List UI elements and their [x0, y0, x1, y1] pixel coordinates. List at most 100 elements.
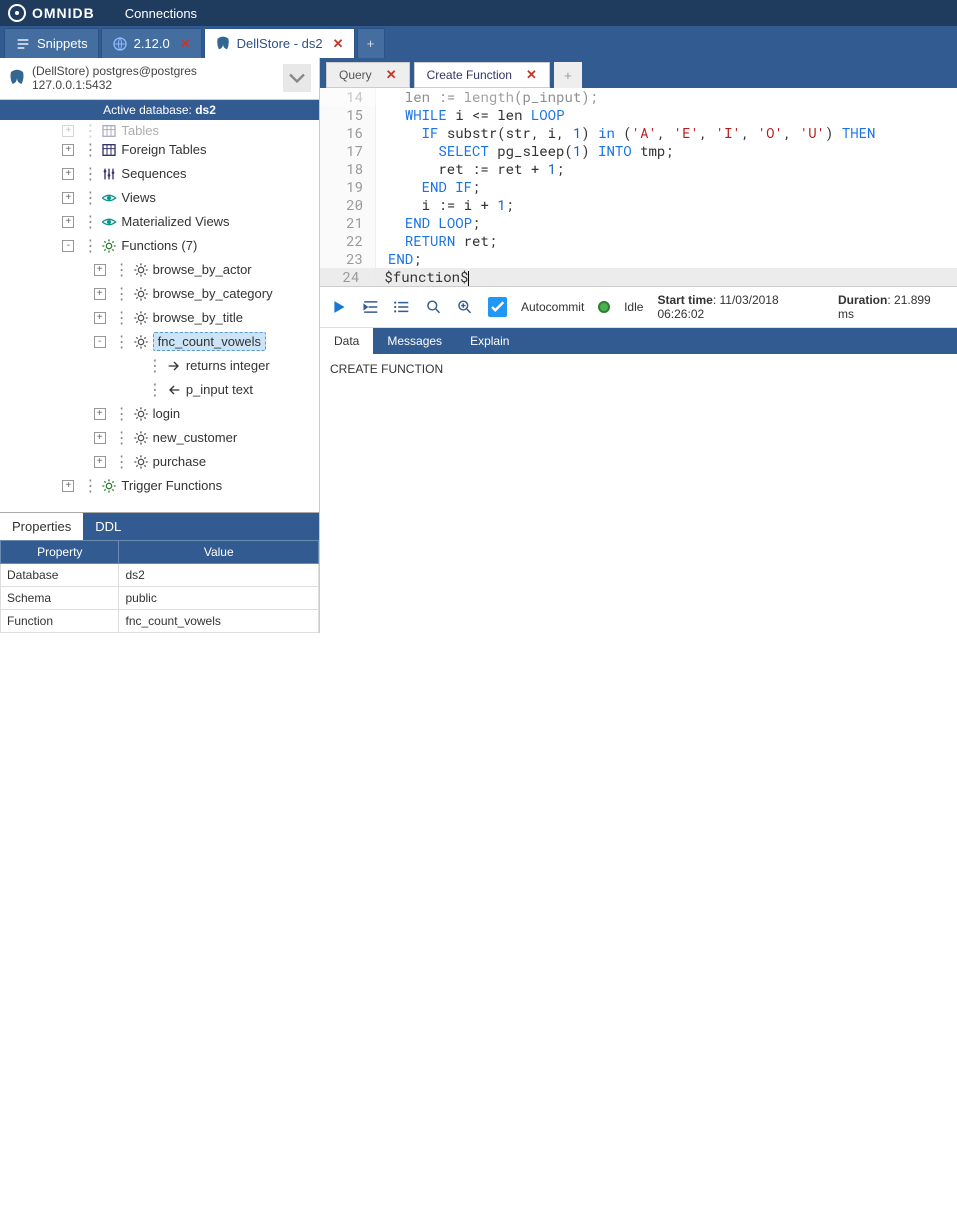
menu-dots-icon[interactable]: ⋮ [147, 356, 162, 376]
tree-item[interactable]: +⋮Sequences [0, 162, 319, 186]
code-line[interactable]: 19 END IF; [320, 178, 957, 196]
code-content[interactable]: END; [376, 250, 422, 268]
connections-link[interactable]: Connections [125, 6, 197, 21]
code-line[interactable]: 17 SELECT pg_sleep(1) INTO tmp; [320, 142, 957, 160]
connection-header[interactable]: (DellStore) postgres@postgres 127.0.0.1:… [0, 58, 319, 100]
close-icon[interactable]: ✕ [386, 67, 397, 83]
code-content[interactable]: END IF; [376, 178, 480, 196]
menu-dots-icon[interactable]: ⋮ [114, 308, 129, 328]
autocommit-checkbox[interactable] [488, 297, 507, 317]
tree-item[interactable]: -⋮Functions (7) [0, 234, 319, 258]
tab-dellstore[interactable]: DellStore - ds2 ✕ [204, 28, 355, 58]
code-line[interactable]: 24$function$ [320, 268, 957, 286]
tree-item[interactable]: +⋮new_customer [0, 426, 319, 450]
tree-toggle[interactable]: - [62, 240, 74, 252]
collapse-button[interactable] [283, 64, 311, 92]
menu-dots-icon[interactable]: ⋮ [82, 140, 97, 160]
col-value: Value [119, 541, 319, 564]
close-icon[interactable]: ✕ [180, 36, 191, 52]
tree-toggle[interactable]: + [62, 168, 74, 180]
table-row: Schemapublic [1, 587, 319, 610]
tree-toggle[interactable]: + [62, 192, 74, 204]
tree-toggle[interactable]: + [94, 456, 106, 468]
code-content[interactable]: WHILE i <= len LOOP [376, 106, 564, 124]
menu-dots-icon[interactable]: ⋮ [82, 188, 97, 208]
tree-toggle[interactable]: + [62, 144, 74, 156]
tab-add-button[interactable]: + [357, 28, 385, 58]
gear-grey-icon [133, 454, 149, 470]
tree-item[interactable]: +⋮Trigger Functions [0, 474, 319, 498]
run-button[interactable] [330, 298, 348, 316]
tree-toggle[interactable]: + [94, 432, 106, 444]
menu-dots-icon[interactable]: ⋮ [147, 380, 162, 400]
object-tree[interactable]: +⋮Tables +⋮Foreign Tables +⋮Sequences +⋮… [0, 120, 319, 512]
tree-item[interactable]: +⋮purchase [0, 450, 319, 474]
connection-info: (DellStore) postgres@postgres 127.0.0.1:… [32, 64, 197, 93]
code-content[interactable]: IF substr(str, i, 1) in ('A', 'E', 'I', … [376, 124, 875, 142]
tree-toggle[interactable]: + [62, 216, 74, 228]
zoom-in-icon[interactable] [456, 298, 474, 316]
tree-item[interactable]: ⋮p_input text [0, 378, 319, 402]
code-line[interactable]: 22 RETURN ret; [320, 232, 957, 250]
result-tab-explain[interactable]: Explain [456, 328, 523, 354]
tree-item[interactable]: +⋮browse_by_actor [0, 258, 319, 282]
list-icon[interactable] [393, 298, 411, 316]
menu-dots-icon[interactable]: ⋮ [82, 476, 97, 496]
tree-toggle[interactable]: + [94, 288, 106, 300]
tree-item[interactable]: -⋮fnc_count_vowels [0, 330, 319, 354]
menu-dots-icon[interactable]: ⋮ [82, 164, 97, 184]
close-icon[interactable]: ✕ [333, 36, 344, 52]
tree-toggle[interactable]: + [94, 408, 106, 420]
tree-item[interactable]: ⋮returns integer [0, 354, 319, 378]
result-tab-messages[interactable]: Messages [373, 328, 456, 354]
code-content[interactable]: i := i + 1; [376, 196, 514, 214]
tree-toggle[interactable]: + [62, 480, 74, 492]
prop-value: public [119, 587, 319, 610]
code-line[interactable]: 23END; [320, 250, 957, 268]
tree-toggle[interactable]: + [94, 264, 106, 276]
code-content[interactable]: $function$ [372, 268, 957, 286]
menu-dots-icon[interactable]: ⋮ [114, 404, 129, 424]
result-tab-data[interactable]: Data [320, 328, 373, 354]
tab-properties[interactable]: Properties [0, 513, 83, 540]
tree-item[interactable]: +⋮Foreign Tables [0, 138, 319, 162]
menu-dots-icon[interactable]: ⋮ [82, 212, 97, 232]
tree-toggle[interactable]: + [94, 312, 106, 324]
close-icon[interactable]: ✕ [526, 67, 537, 83]
tree-item[interactable]: +⋮browse_by_title [0, 306, 319, 330]
menu-dots-icon[interactable]: ⋮ [114, 260, 129, 280]
tab-snippets[interactable]: Snippets [4, 28, 99, 58]
code-content[interactable]: RETURN ret; [376, 232, 497, 250]
code-editor[interactable]: 14 len := length(p_input);15 WHILE i <= … [320, 88, 957, 287]
code-line[interactable]: 14 len := length(p_input); [320, 88, 957, 106]
line-number: 23 [320, 250, 376, 268]
menu-dots-icon[interactable]: ⋮ [114, 332, 129, 352]
menu-dots-icon[interactable]: ⋮ [114, 284, 129, 304]
menu-dots-icon[interactable]: ⋮ [82, 236, 97, 256]
code-content[interactable]: len := length(p_input); [376, 88, 598, 106]
code-content[interactable]: ret := ret + 1; [376, 160, 564, 178]
tree-toggle[interactable]: - [94, 336, 106, 348]
tree-item[interactable]: +⋮Materialized Views [0, 210, 319, 234]
indent-icon[interactable] [362, 298, 380, 316]
code-line[interactable]: 20 i := i + 1; [320, 196, 957, 214]
inner-tab-create-function[interactable]: Create Function ✕ [414, 62, 550, 88]
tree-item[interactable]: +⋮browse_by_category [0, 282, 319, 306]
inner-tab-query[interactable]: Query ✕ [326, 62, 410, 88]
tab-version[interactable]: 2.12.0 ✕ [101, 28, 202, 58]
search-icon[interactable] [425, 298, 443, 316]
code-content[interactable]: SELECT pg_sleep(1) INTO tmp; [376, 142, 674, 160]
menu-dots-icon[interactable]: ⋮ [114, 428, 129, 448]
code-line[interactable]: 16 IF substr(str, i, 1) in ('A', 'E', 'I… [320, 124, 957, 142]
inner-tab-add[interactable]: + [554, 62, 582, 88]
code-line[interactable]: 21 END LOOP; [320, 214, 957, 232]
tree-item[interactable]: +⋮Views [0, 186, 319, 210]
tab-label: Query [339, 68, 372, 82]
code-line[interactable]: 18 ret := ret + 1; [320, 160, 957, 178]
globe-icon [112, 36, 128, 52]
tab-ddl[interactable]: DDL [83, 513, 133, 540]
tree-item[interactable]: +⋮login [0, 402, 319, 426]
code-content[interactable]: END LOOP; [376, 214, 480, 232]
code-line[interactable]: 15 WHILE i <= len LOOP [320, 106, 957, 124]
menu-dots-icon[interactable]: ⋮ [114, 452, 129, 472]
